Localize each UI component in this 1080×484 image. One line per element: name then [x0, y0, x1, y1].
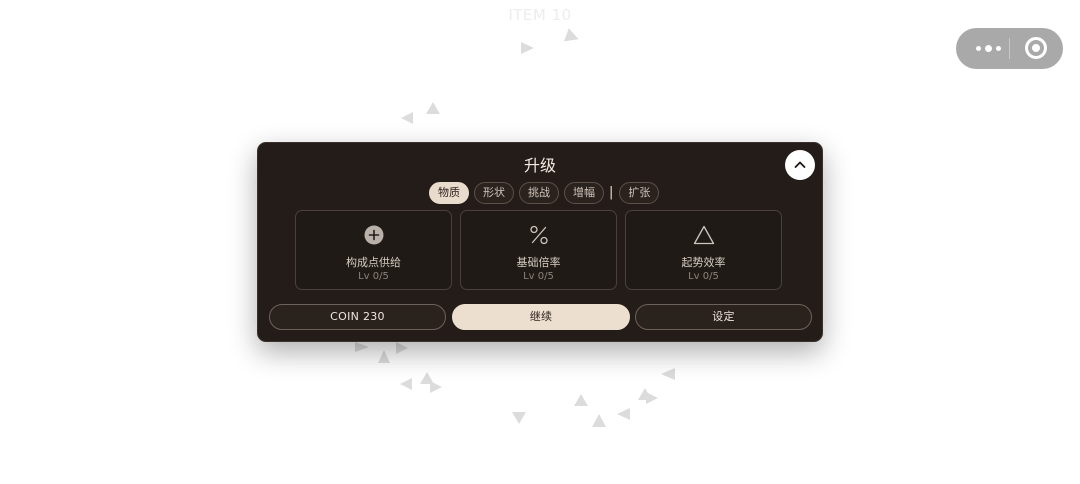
decor-triangle [512, 412, 526, 424]
panel-title: 升级 [523, 156, 556, 175]
decor-triangle [400, 378, 412, 390]
triangle-icon [693, 225, 714, 245]
tab-expand[interactable]: 扩张 [619, 182, 660, 204]
more-dots-icon[interactable] [968, 28, 1008, 69]
upgrade-card-momentum[interactable]: 起势效率 Lv 0/5 [625, 210, 782, 290]
decor-triangle [563, 28, 582, 46]
chevron-up-icon [794, 161, 806, 168]
decor-triangle [661, 368, 675, 380]
decor-triangle [355, 342, 369, 352]
upgrade-card-name: 构成点供给 [346, 256, 401, 269]
tab-shape[interactable]: 形状 [474, 182, 514, 204]
decor-triangle [646, 392, 658, 404]
decor-triangle [396, 342, 408, 354]
upgrade-card-name: 起势效率 [681, 256, 726, 269]
decor-triangle [401, 112, 413, 124]
upgrade-card-level: Lv 0/5 [688, 271, 719, 282]
upgrade-card-supply[interactable]: 构成点供给 Lv 0/5 [295, 210, 452, 290]
mini-program-capsule [956, 28, 1063, 69]
decor-triangle [426, 102, 440, 114]
upgrade-panel: 升级 物质 形状 挑战 增幅 | 扩张 构成点供给 Lv 0/5 基础倍率 Lv… [257, 142, 823, 342]
settings-button[interactable]: 设定 [635, 304, 812, 330]
decor-triangle [592, 414, 606, 427]
plus-circle-icon [364, 225, 383, 245]
collapse-button[interactable] [785, 150, 815, 180]
decor-triangle [617, 408, 630, 420]
upgrade-card-name: 基础倍率 [516, 256, 561, 269]
background-item-label: ITEM 10 [508, 6, 572, 24]
capsule-divider [1009, 38, 1010, 59]
tab-amplify[interactable]: 增幅 [564, 182, 604, 204]
tab-matter[interactable]: 物质 [429, 182, 469, 204]
percent-icon [529, 225, 548, 245]
category-tabs: 物质 形状 挑战 增幅 | 扩张 [429, 181, 664, 205]
decor-triangle [574, 394, 588, 406]
tab-separator: | [609, 185, 614, 200]
target-close-icon[interactable] [1025, 37, 1047, 59]
continue-button[interactable]: 继续 [452, 304, 630, 330]
decor-triangle [521, 42, 534, 54]
decor-triangle [378, 350, 390, 363]
upgrade-card-level: Lv 0/5 [523, 271, 554, 282]
upgrade-card-level: Lv 0/5 [358, 271, 389, 282]
upgrade-card-multiplier[interactable]: 基础倍率 Lv 0/5 [460, 210, 617, 290]
coin-button[interactable]: COIN 230 [269, 304, 446, 330]
tab-challenge[interactable]: 挑战 [519, 182, 559, 204]
decor-triangle [430, 381, 442, 393]
